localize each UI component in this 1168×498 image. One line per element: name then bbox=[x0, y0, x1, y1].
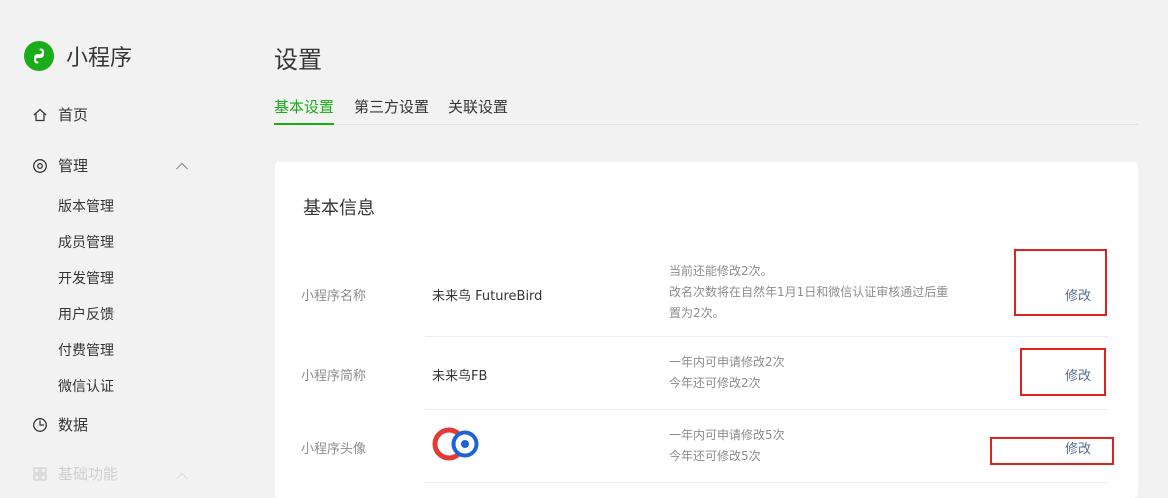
sidebar-item-develop[interactable]: 开发管理 bbox=[58, 268, 114, 288]
tab-linked-settings[interactable]: 关联设置 bbox=[448, 96, 508, 123]
grid-icon bbox=[32, 466, 48, 482]
nav-data[interactable]: 数据 bbox=[32, 414, 88, 435]
row-value-short-name: 未来鸟FB bbox=[432, 369, 488, 384]
nav-home[interactable]: 首页 bbox=[32, 104, 88, 125]
settings-tabs: 基本设置 第三方设置 关联设置 bbox=[274, 96, 1138, 125]
tab-basic-settings[interactable]: 基本设置 bbox=[274, 96, 335, 125]
target-icon bbox=[32, 158, 48, 174]
row-desc-avatar: 一年内可申请修改5次 今年还可修改5次 bbox=[669, 428, 785, 463]
chevron-up-icon[interactable] bbox=[175, 466, 189, 485]
brand-name: 小程序 bbox=[66, 46, 133, 71]
avatar bbox=[432, 427, 482, 465]
sidebar-item-feedback[interactable]: 用户反馈 bbox=[58, 304, 114, 324]
sidebar-item-payment[interactable]: 付费管理 bbox=[58, 340, 114, 360]
row-label-name: 小程序名称 bbox=[301, 289, 367, 304]
highlight-box bbox=[1014, 249, 1107, 316]
divider bbox=[425, 482, 1108, 483]
sidebar-item-version[interactable]: 版本管理 bbox=[58, 196, 114, 216]
highlight-box bbox=[1020, 348, 1106, 396]
nav-manage-label: 管理 bbox=[58, 157, 89, 175]
home-icon bbox=[32, 107, 48, 123]
clock-chart-icon bbox=[32, 417, 48, 433]
sidebar: 小程序 首页 管理 版本管理 成员管理 开发管理 用户反馈 付费管理 微信认证 … bbox=[0, 0, 215, 498]
nav-manage[interactable]: 管理 bbox=[32, 155, 88, 176]
chevron-up-icon[interactable] bbox=[175, 156, 189, 175]
divider bbox=[425, 409, 1108, 410]
section-title: 基本信息 bbox=[303, 198, 375, 219]
sidebar-item-wechat-auth[interactable]: 微信认证 bbox=[58, 376, 114, 396]
row-desc-short-name: 一年内可申请修改2次 今年还可修改2次 bbox=[669, 355, 785, 390]
highlight-box bbox=[990, 437, 1114, 465]
brand[interactable]: 小程序 bbox=[24, 40, 132, 72]
nav-basic-label: 基础功能 bbox=[58, 465, 119, 483]
mini-program-logo-icon bbox=[24, 41, 54, 71]
row-label-avatar: 小程序头像 bbox=[301, 442, 367, 457]
page-title: 设置 bbox=[274, 46, 322, 74]
nav-home-label: 首页 bbox=[58, 106, 89, 124]
row-value-name: 未来鸟 FutureBird bbox=[432, 289, 543, 304]
row-label-short-name: 小程序简称 bbox=[301, 369, 367, 384]
row-desc-name: 当前还能修改2次。 改名次数将在自然年1月1日和微信认证审核通过后重 置为2次。 bbox=[669, 264, 949, 320]
tab-third-party-settings[interactable]: 第三方设置 bbox=[354, 96, 429, 123]
sidebar-item-members[interactable]: 成员管理 bbox=[58, 232, 114, 252]
nav-basic[interactable]: 基础功能 bbox=[32, 463, 118, 484]
divider bbox=[425, 336, 1108, 337]
nav-data-label: 数据 bbox=[58, 416, 89, 434]
